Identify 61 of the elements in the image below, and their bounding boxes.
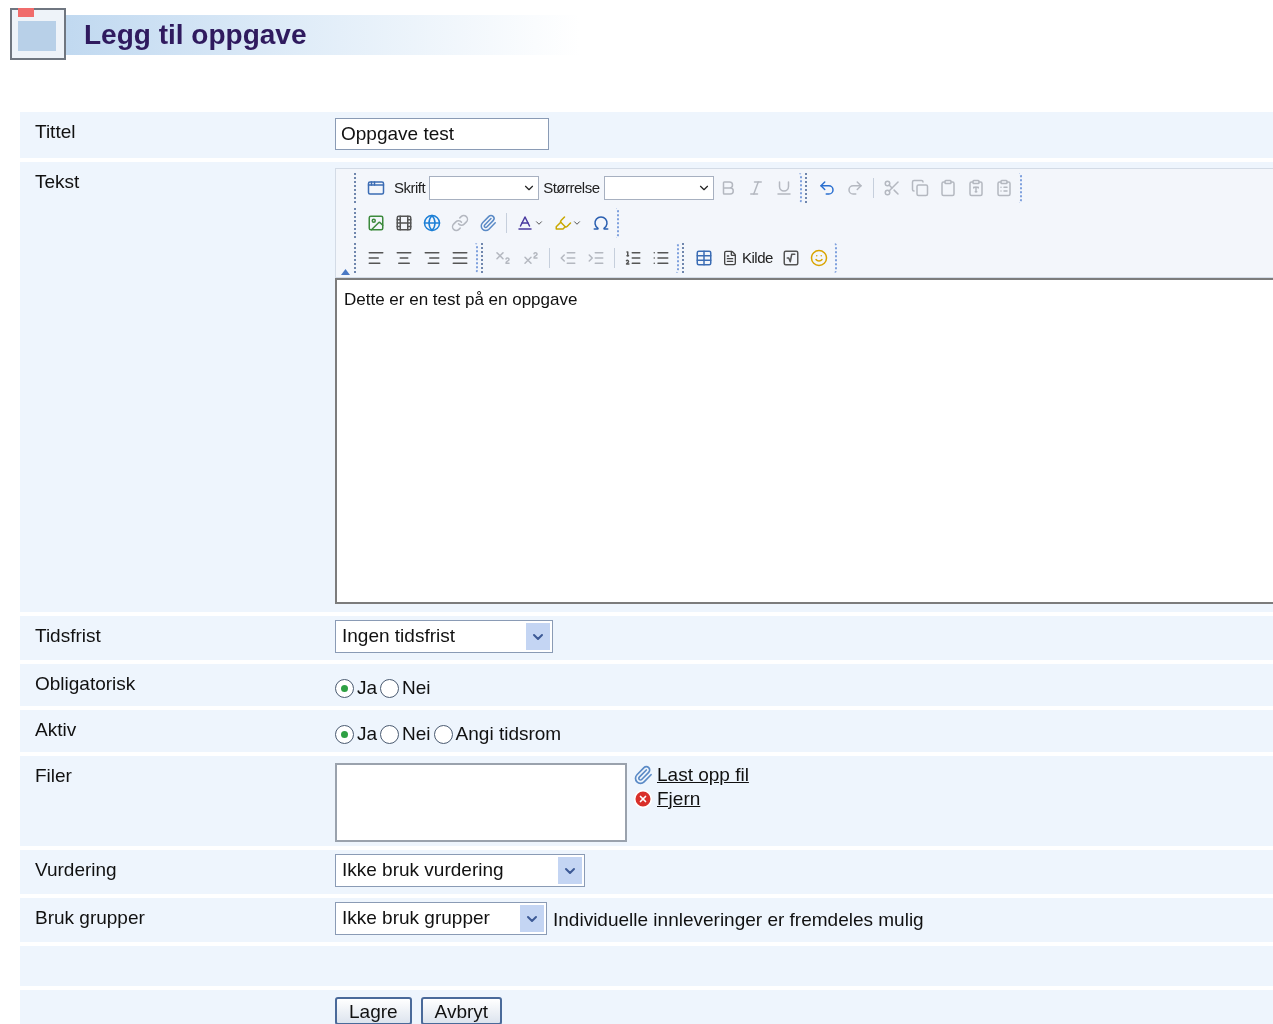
editor-content[interactable]: Dette er en test på en oppgave — [335, 278, 1273, 604]
source-button[interactable]: Kilde — [718, 246, 777, 270]
radio-label: Nei — [402, 676, 431, 700]
image-icon[interactable] — [367, 214, 385, 232]
page-title: Legg til oppgave — [84, 18, 307, 52]
film-icon[interactable] — [395, 214, 413, 232]
field-label: Bruk grupper — [35, 907, 145, 928]
document-icon — [722, 250, 738, 266]
radical-icon[interactable] — [781, 249, 800, 267]
caret-icon[interactable] — [572, 218, 582, 228]
paperclip-icon[interactable] — [479, 214, 497, 232]
file-link[interactable]: Last opp fil — [657, 763, 749, 787]
page-icon — [10, 8, 66, 60]
align-right-icon[interactable] — [423, 249, 441, 267]
bullet-list-icon[interactable] — [652, 249, 670, 267]
toolbar-dropdown[interactable] — [429, 176, 540, 200]
form-button[interactable]: Avbryt — [420, 997, 503, 1024]
editor-text: Dette er en test på en oppgave — [344, 289, 579, 311]
align-center-icon[interactable] — [395, 249, 413, 267]
field-label: Filer — [35, 765, 72, 786]
smiley-icon[interactable] — [809, 249, 828, 267]
file-link[interactable]: Fjern — [657, 787, 701, 811]
undo-icon[interactable] — [817, 179, 836, 197]
caret-icon[interactable] — [534, 218, 544, 228]
paperclip-icon — [633, 765, 653, 785]
align-left-icon[interactable] — [367, 249, 385, 267]
radio-button[interactable] — [380, 724, 400, 744]
toolbar-dropdown[interactable] — [603, 176, 714, 200]
radio-button[interactable] — [335, 724, 354, 744]
window-icon[interactable] — [367, 179, 385, 197]
radio-label: Ja — [357, 722, 378, 746]
radio-button[interactable] — [380, 678, 400, 698]
toolbar-label: Skrift — [393, 177, 427, 198]
collapse-icon[interactable] — [340, 269, 350, 275]
dropdown-field[interactable]: Ikke bruk grupper — [335, 902, 547, 935]
omega-icon[interactable] — [592, 214, 610, 232]
file-list[interactable] — [335, 763, 627, 842]
table-icon[interactable] — [695, 249, 713, 267]
field-label: Tittel — [35, 121, 76, 142]
toolbar-label: Størrelse — [542, 177, 601, 198]
field-label: Tidsfrist — [35, 625, 101, 646]
field-label: Tekst — [35, 171, 80, 192]
form-button[interactable]: Lagre — [335, 997, 412, 1024]
radio-button[interactable] — [335, 678, 354, 698]
radio-label: Angi tidsrom — [455, 722, 562, 746]
dropdown-field[interactable]: Ingen tidsfrist — [335, 620, 553, 653]
field-label: Aktiv — [35, 719, 77, 740]
globe-icon[interactable] — [423, 214, 441, 232]
radio-button[interactable] — [433, 724, 453, 744]
text-color-icon[interactable] — [516, 214, 534, 232]
dropdown-field[interactable]: Ikke bruk vurdering — [335, 854, 585, 887]
numbered-list-icon[interactable] — [624, 249, 642, 267]
highlighter-icon[interactable] — [554, 214, 572, 232]
radio-label: Nei — [402, 722, 431, 746]
align-justify-icon[interactable] — [451, 249, 469, 267]
field-label: Vurdering — [35, 859, 117, 880]
title-field[interactable]: Oppgave test — [335, 118, 549, 150]
radio-label: Ja — [357, 676, 378, 700]
groups-note: Individuelle innleveringer er fremdeles mulig — [553, 908, 924, 933]
field-label: Obligatorisk — [35, 673, 136, 694]
remove-icon — [633, 789, 653, 809]
